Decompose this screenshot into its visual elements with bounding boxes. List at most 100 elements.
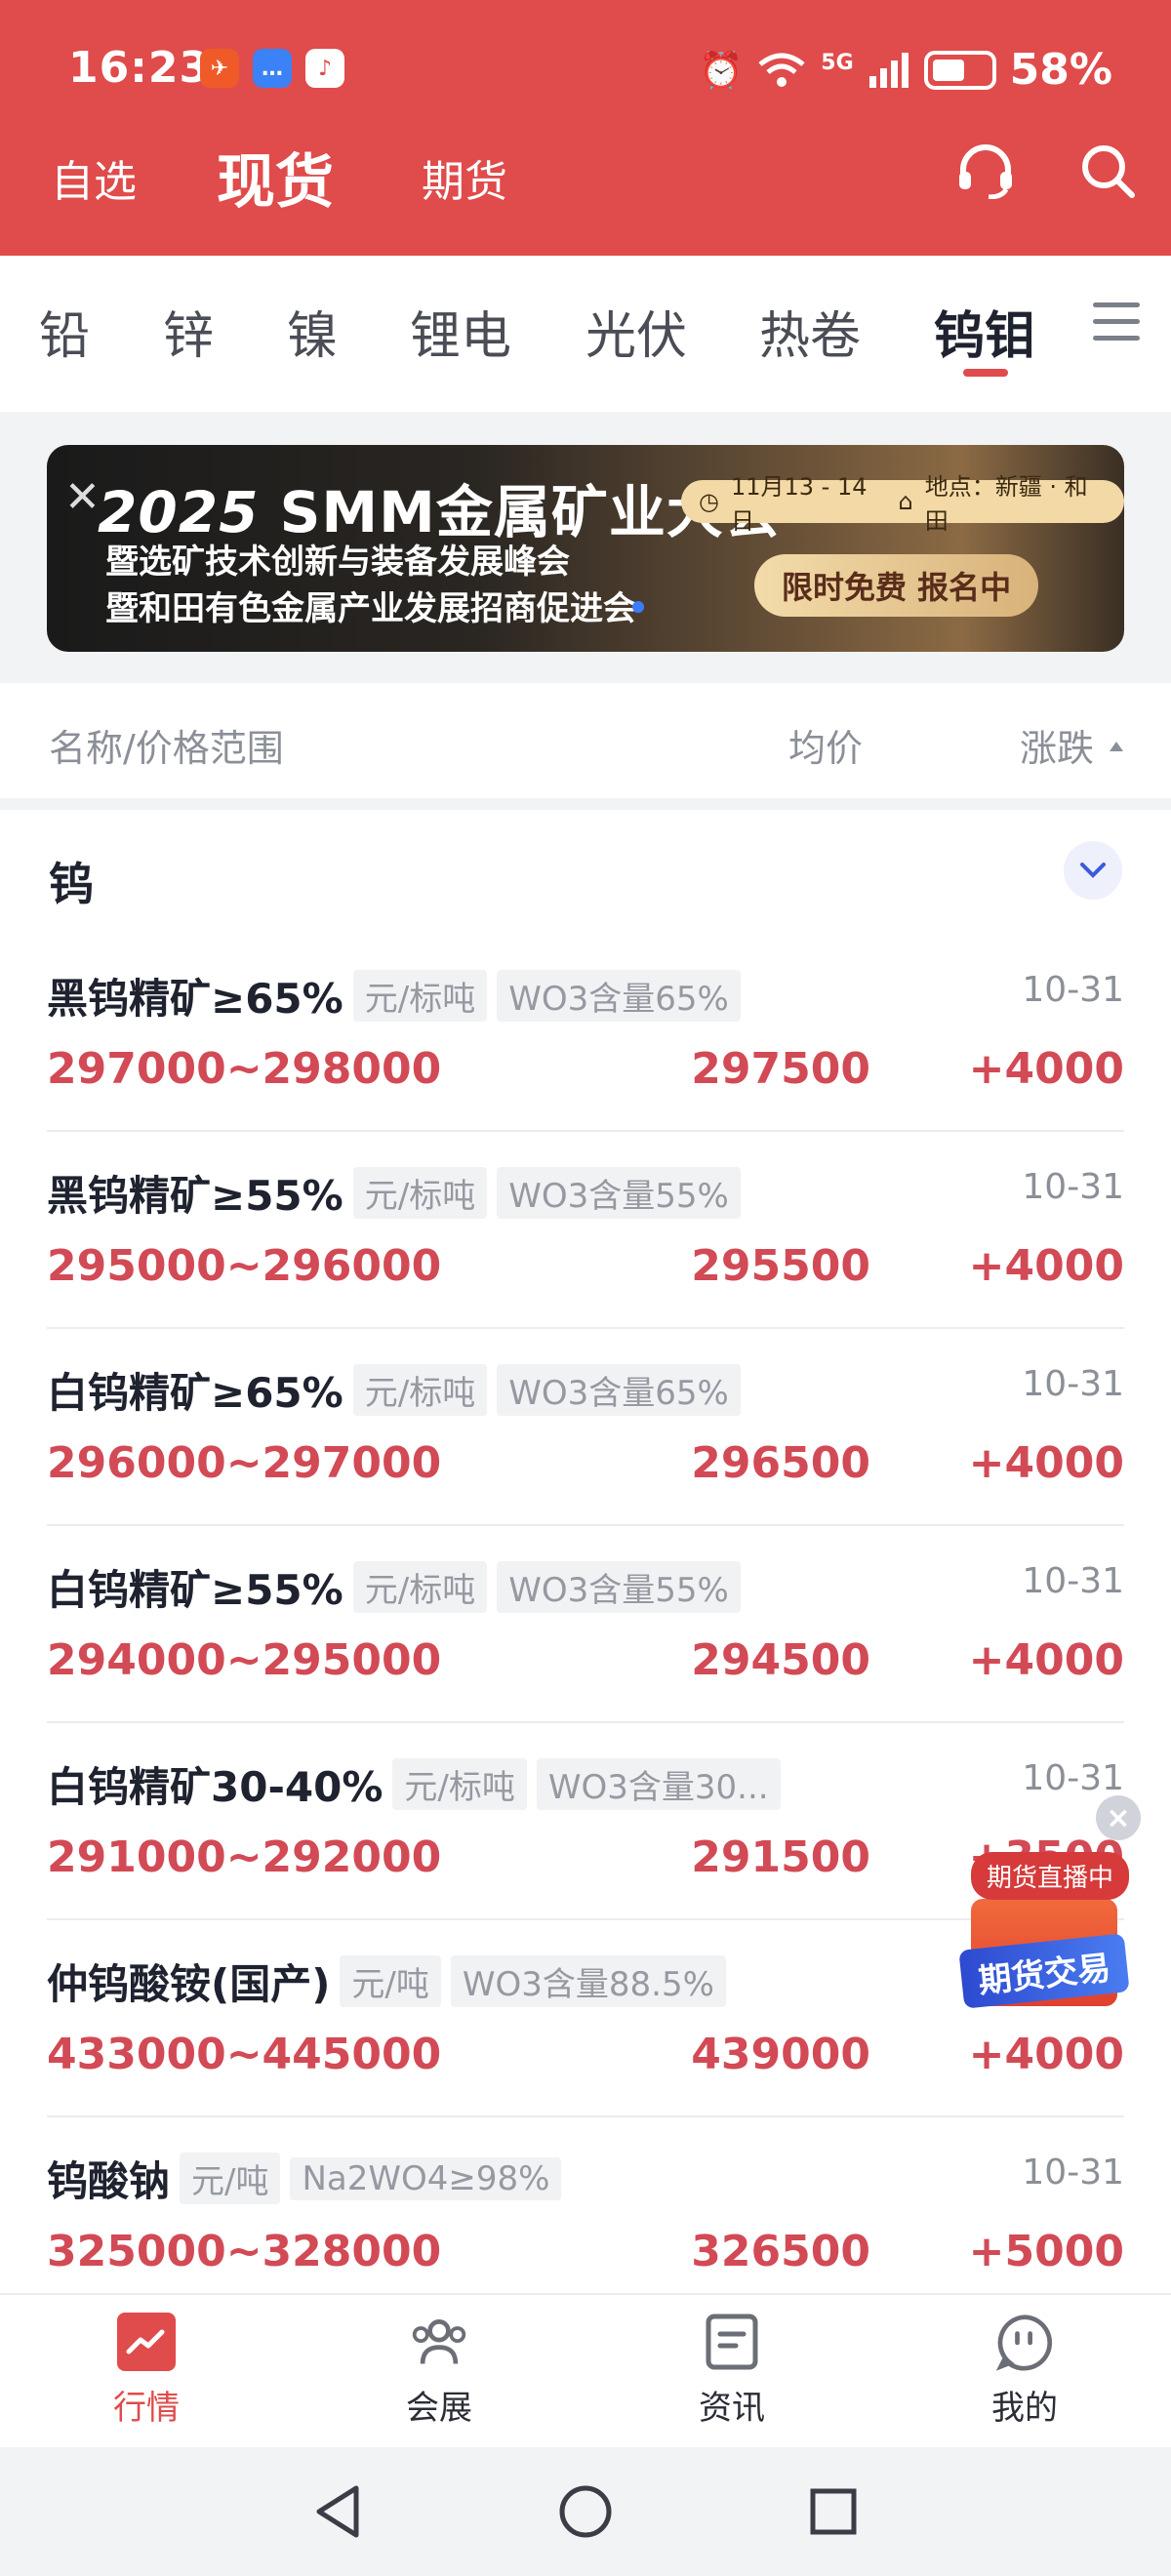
column-name-range: 名称/价格范围 bbox=[49, 727, 284, 770]
list-item[interactable]: 黑钨精矿≥65% 元/标吨 WO3含量65% 10-31 297000~298000… bbox=[47, 935, 1124, 1132]
group-collapse-button[interactable] bbox=[1064, 841, 1122, 900]
list-item[interactable]: 白钨精矿≥65% 元/标吨 WO3含量65% 10-31 296000~297000… bbox=[47, 1329, 1124, 1526]
price-range: 297000~298000 bbox=[47, 1044, 442, 1094]
category-tungsten-molybdenum[interactable]: 钨钼 bbox=[934, 295, 1035, 368]
alarm-icon: ⏰ bbox=[699, 50, 744, 91]
unit-tag: 元/标吨 bbox=[352, 1561, 488, 1613]
spec-tag: WO3含量55% bbox=[497, 1167, 741, 1219]
product-name: 钨酸钠 bbox=[47, 2157, 171, 2205]
app-notification-icon: ✈ bbox=[200, 49, 239, 88]
average-price: 294500 bbox=[691, 1635, 870, 1685]
price-range: 291000~292000 bbox=[47, 1832, 442, 1882]
category-lead[interactable]: 铅 bbox=[39, 295, 90, 368]
product-name: 仲钨酸铵(国产) bbox=[47, 1960, 331, 2008]
banner-location: 地点：新疆 · 和田 bbox=[924, 473, 1088, 535]
nav-news[interactable]: 资讯 bbox=[634, 2313, 829, 2429]
system-recents-button[interactable] bbox=[804, 2482, 863, 2541]
chevron-down-icon bbox=[1080, 863, 1106, 878]
product-name: 白钨精矿≥65% bbox=[47, 1369, 343, 1417]
price-range: 295000~296000 bbox=[47, 1241, 442, 1291]
conference-banner[interactable]: ✕ 2025 SMM金属矿业大会 ◷ 11月13 - 14日 ⌂ 地点：新疆 ·… bbox=[47, 445, 1124, 652]
nav-exhibition-label: 会展 bbox=[406, 2389, 472, 2428]
nav-market-label: 行情 bbox=[113, 2389, 180, 2428]
banner-register-button[interactable]: 限时免费 报名中 bbox=[754, 554, 1039, 617]
category-bar: 铅 锌 镍 锂电 光伏 热卷 钨钼 bbox=[0, 256, 1171, 412]
price-date: 10-31 bbox=[1022, 1758, 1124, 1798]
tab-watchlist[interactable]: 自选 bbox=[51, 146, 137, 209]
back-triangle-icon bbox=[316, 2485, 359, 2538]
customer-service-button[interactable] bbox=[951, 137, 1020, 205]
spec-tag: Na2WO4≥98% bbox=[290, 2156, 562, 2200]
group-title: 钨 bbox=[49, 858, 94, 910]
unit-tag: 元/标吨 bbox=[352, 1364, 488, 1416]
price-date: 10-31 bbox=[1022, 1167, 1124, 1207]
price-date: 10-31 bbox=[1022, 1364, 1124, 1404]
sort-triangle-icon[interactable] bbox=[1110, 742, 1123, 751]
average-price: 296500 bbox=[691, 1438, 870, 1488]
clock-icon: ◷ bbox=[699, 488, 719, 515]
price-change: +4000 bbox=[968, 1241, 1124, 1291]
price-change: +5000 bbox=[968, 2227, 1124, 2276]
unit-tag: 元/标吨 bbox=[352, 970, 488, 1022]
price-date: 10-31 bbox=[1022, 970, 1124, 1010]
unit-tag: 元/吨 bbox=[180, 2153, 281, 2204]
search-icon bbox=[1082, 145, 1135, 198]
price-list: 钨 黑钨精矿≥65% 元/标吨 WO3含量65% 10-31 297000~2980… bbox=[0, 810, 1171, 2293]
list-item[interactable]: 钨酸钠 元/吨 Na2WO4≥98% 10-31 325000~328000 326… bbox=[47, 2117, 1124, 2293]
app-header: 16:23 ✈ … ♪ ⏰ 5G 58% 自选 现货 期货 bbox=[0, 0, 1171, 256]
network-type: 5G bbox=[821, 51, 854, 75]
list-item[interactable]: 白钨精矿≥55% 元/标吨 WO3含量55% 10-31 294000~295000… bbox=[47, 1526, 1124, 1723]
category-photovoltaic[interactable]: 光伏 bbox=[586, 295, 687, 368]
table-header: 名称/价格范围 均价 涨跌 bbox=[0, 683, 1171, 798]
recents-square-icon bbox=[810, 2488, 857, 2535]
average-price: 297500 bbox=[691, 1044, 870, 1094]
status-time: 16:23 bbox=[68, 43, 211, 93]
system-back-button[interactable] bbox=[308, 2482, 367, 2541]
market-chart-icon bbox=[117, 2313, 176, 2371]
nav-profile[interactable]: 我的 bbox=[927, 2313, 1122, 2429]
unit-tag: 元/吨 bbox=[340, 1955, 441, 2007]
price-date: 10-31 bbox=[1022, 1561, 1124, 1601]
nav-exhibition[interactable]: 会展 bbox=[342, 2313, 537, 2429]
futures-live-float-ad[interactable]: 期货直播中 期货交易 × bbox=[958, 1795, 1141, 2020]
tab-futures[interactable]: 期货 bbox=[422, 146, 507, 209]
category-menu-icon[interactable] bbox=[1093, 302, 1140, 342]
category-lithium-battery[interactable]: 锂电 bbox=[410, 295, 511, 368]
headset-icon bbox=[959, 144, 1012, 199]
category-hot-rolled-coil[interactable]: 热卷 bbox=[759, 295, 861, 368]
product-name: 黑钨精矿≥65% bbox=[47, 975, 343, 1023]
category-nickel[interactable]: 镍 bbox=[287, 295, 338, 368]
active-category-indicator bbox=[963, 369, 1008, 377]
list-item[interactable]: 黑钨精矿≥55% 元/标吨 WO3含量55% 10-31 295000~296000… bbox=[47, 1132, 1124, 1329]
float-ad-badge: 期货直播中 bbox=[971, 1852, 1130, 1900]
search-button[interactable] bbox=[1073, 137, 1142, 205]
float-ad-close-icon[interactable]: × bbox=[1096, 1795, 1141, 1840]
banner-subtitle-1: 暨选矿技术创新与装备发展峰会 bbox=[105, 543, 570, 582]
category-zinc[interactable]: 锌 bbox=[163, 295, 214, 368]
average-price: 295500 bbox=[691, 1241, 870, 1291]
signal-icon bbox=[868, 52, 909, 88]
spec-tag: WO3含量65% bbox=[497, 970, 741, 1022]
notification-icons: ✈ … ♪ bbox=[200, 49, 344, 88]
home-circle-icon bbox=[559, 2485, 612, 2538]
price-range: 294000~295000 bbox=[47, 1635, 442, 1685]
nav-profile-label: 我的 bbox=[991, 2389, 1058, 2428]
spec-tag: WO3含量65% bbox=[497, 1364, 741, 1416]
location-icon: ⌂ bbox=[898, 488, 913, 515]
unit-tag: 元/标吨 bbox=[352, 1167, 488, 1219]
profile-face-icon bbox=[995, 2313, 1054, 2371]
average-price: 326500 bbox=[691, 2227, 870, 2276]
people-icon bbox=[410, 2313, 468, 2371]
tab-spot[interactable]: 现货 bbox=[217, 135, 334, 220]
banner-date: 11月13 - 14日 bbox=[730, 473, 868, 535]
system-home-button[interactable] bbox=[556, 2482, 615, 2541]
nav-news-label: 资讯 bbox=[699, 2389, 765, 2428]
column-change-sort[interactable]: 涨跌 bbox=[1020, 718, 1094, 772]
nav-market[interactable]: 行情 bbox=[49, 2313, 244, 2429]
banner-close-icon[interactable]: ✕ bbox=[64, 472, 101, 522]
banner-subtitle-2: 暨和田有色金属产业发展招商促进会 bbox=[105, 589, 636, 628]
spec-tag: WO3含量30... bbox=[536, 1758, 781, 1810]
status-right: ⏰ 5G 58% bbox=[699, 45, 1112, 95]
wifi-icon bbox=[758, 53, 805, 87]
price-change: +4000 bbox=[968, 1438, 1124, 1488]
